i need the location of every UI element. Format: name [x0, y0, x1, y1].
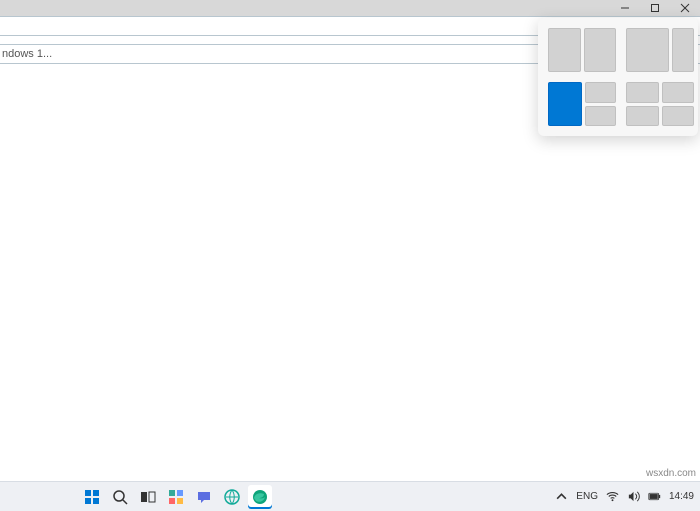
snap-cell[interactable] — [662, 82, 695, 103]
snap-layout-three-left — [548, 82, 616, 126]
taskbar: ENG 14:49 — [0, 481, 700, 511]
watermark: wsxdn.com — [646, 468, 696, 479]
snap-layout-quad — [626, 82, 694, 126]
tab-label[interactable]: ndows 1... — [2, 48, 52, 60]
snap-cell-selected[interactable] — [548, 82, 582, 126]
snap-cell[interactable] — [585, 106, 617, 127]
window-titlebar — [0, 0, 700, 16]
minimize-button[interactable] — [610, 0, 640, 16]
search-button[interactable] — [108, 485, 132, 509]
system-tray: ENG 14:49 — [555, 482, 694, 511]
snap-cell[interactable] — [584, 28, 617, 72]
snap-cell[interactable] — [626, 82, 659, 103]
volume-icon[interactable] — [627, 490, 640, 503]
taskbar-center — [80, 482, 272, 511]
taskview-button[interactable] — [136, 485, 160, 509]
close-button[interactable] — [670, 0, 700, 16]
snap-cell[interactable] — [585, 82, 617, 103]
snap-cell[interactable] — [662, 106, 695, 127]
battery-icon[interactable] — [648, 490, 661, 503]
snap-cell[interactable] — [672, 28, 694, 72]
snap-cell[interactable] — [626, 28, 669, 72]
snap-layout-two-wide-left — [626, 28, 694, 72]
wifi-icon[interactable] — [606, 490, 619, 503]
clock-time: 14:49 — [669, 492, 694, 502]
maximize-button[interactable] — [640, 0, 670, 16]
language-indicator[interactable]: ENG — [576, 491, 598, 502]
clock[interactable]: 14:49 — [669, 492, 694, 502]
chat-button[interactable] — [192, 485, 216, 509]
edge-button[interactable] — [248, 485, 272, 509]
snap-cell[interactable] — [626, 106, 659, 127]
widgets-button[interactable] — [164, 485, 188, 509]
tray-chevron-icon[interactable] — [555, 490, 568, 503]
snap-layout-two-equal — [548, 28, 616, 72]
start-button[interactable] — [80, 485, 104, 509]
explorer-button[interactable] — [220, 485, 244, 509]
snap-layouts-flyout — [538, 18, 698, 136]
snap-cell[interactable] — [548, 28, 581, 72]
